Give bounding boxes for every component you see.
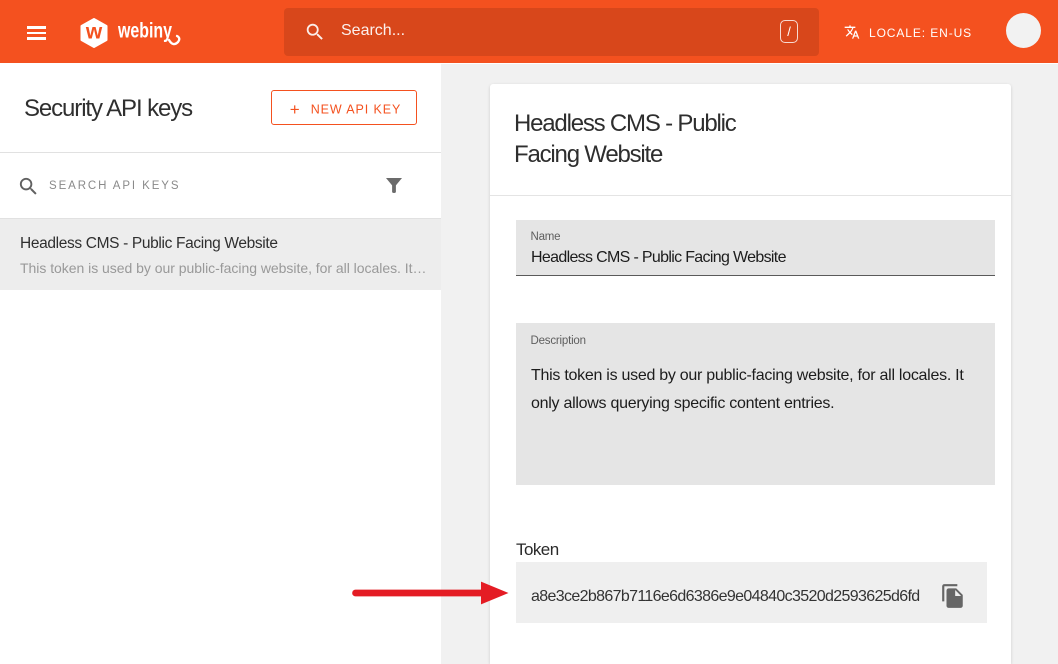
svg-text:webiny: webiny xyxy=(117,20,172,43)
svg-text:w: w xyxy=(85,21,103,44)
